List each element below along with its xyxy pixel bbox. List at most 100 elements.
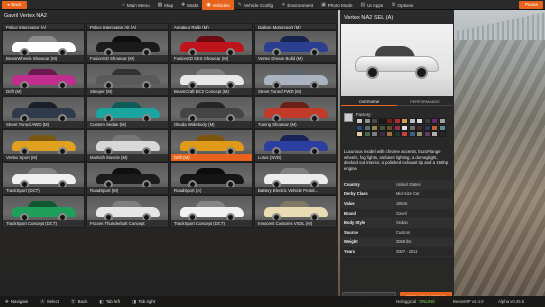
paint-swatch[interactable] [431,124,438,131]
car-thumbnail [180,135,244,156]
paint-swatch[interactable] [378,124,386,131]
paint-swatch[interactable] [363,118,371,124]
paint-swatch[interactable] [438,131,446,137]
car-thumbnail [12,36,76,57]
config-card-label: BeamCraft BC2 Concept (M) [171,88,252,95]
arrow-left-icon: ◂ [7,2,10,7]
paint-swatch[interactable] [416,118,423,124]
control-hint: Ⓑ Back [71,299,87,305]
config-card[interactable]: Lotus (SVD) [254,129,337,162]
paint-swatch[interactable] [408,131,416,137]
config-card[interactable]: Daikon Motorsport (M) [254,23,337,30]
paint-swatch[interactable] [423,131,431,137]
paint-swatch[interactable] [401,124,408,131]
tab-overview[interactable]: OVERVIEW [341,98,397,106]
config-card[interactable]: BeamCraft BC2 Concept (M) [170,63,253,96]
config-card[interactable]: Amateur Rally (M) [170,23,253,30]
config-card[interactable]: Innocent Customs VIGIL (M) [254,195,337,228]
config-card[interactable]: TrackSport Concept (DCT) [2,195,85,228]
paint-swatch[interactable] [401,118,408,124]
config-card[interactable]: Okuda Widebody (M) [170,96,253,129]
tab-main-menu[interactable]: ⌂ Main Menu [118,0,154,10]
tab-mods[interactable]: ✚ Mods [177,0,202,10]
paint-swatch[interactable] [423,118,431,124]
paint-swatch[interactable] [408,124,416,131]
tab-environment[interactable]: ☀ Environment [277,0,317,10]
tab-performance[interactable]: PERFORMANCE [397,98,453,106]
tab-label: Map [164,2,174,8]
config-card[interactable]: FusionSD SES Showcar (M) [170,30,253,63]
paint-swatch[interactable] [401,131,408,137]
paint-swatch[interactable] [438,124,446,131]
config-card[interactable]: FusionSD Showcar (M) [86,30,169,63]
back-button[interactable]: ◂ Back [2,1,27,9]
car-thumbnail [12,102,76,123]
config-card[interactable]: Street Tuned AWD (M) [2,96,85,129]
paint-swatch[interactable] [393,124,401,131]
home-icon: ⌂ [122,2,125,8]
paint-swatch[interactable] [386,131,393,137]
config-card-label: Street Tuned AWD (M) [3,121,84,128]
paint-swatch[interactable] [393,131,401,137]
pause-button[interactable]: Pause [519,1,543,9]
paint-swatch[interactable] [371,131,378,137]
paint-swatch[interactable] [423,124,431,131]
paint-swatch[interactable] [378,118,386,124]
config-card[interactable]: Sleeper (M) [86,63,169,96]
paint-swatch[interactable] [378,131,386,137]
config-card[interactable]: TrackSport (DCT) [2,162,85,195]
config-card[interactable]: Murkish Muscle (M) [86,129,169,162]
control-hint-label: Tab right [138,299,156,304]
paint-swatch[interactable] [431,118,438,124]
config-description: Luxurious model with chrome accents, Eur… [344,149,449,171]
config-card[interactable]: Vertex Dream Build (M) [254,30,337,63]
control-hint-label: Select [46,299,60,304]
paint-swatch[interactable] [416,131,423,137]
config-card-label: Vertex Sport (M) [3,154,84,161]
current-paint-swatch[interactable] [344,113,353,122]
paint-swatch[interactable] [371,124,378,131]
tab-photo-mode[interactable]: ▣ Photo Mode [317,0,356,10]
config-card[interactable]: Street Tuned FWD (M) [254,63,337,96]
config-card[interactable]: Tuning Showcar (M) [254,96,337,129]
config-card[interactable]: Drift (M) [2,63,85,96]
paint-swatch[interactable] [431,131,438,137]
paint-swatch[interactable] [393,118,401,124]
spec-row: Brand Gavril [341,209,453,219]
paint-swatch[interactable] [356,131,363,137]
spec-row: Body Style Sedan [341,218,453,228]
paint-swatch[interactable] [356,124,363,131]
config-card[interactable]: Vertex Sport (M) [2,129,85,162]
paint-swatch[interactable] [356,118,363,124]
config-card[interactable]: Police Interceptor Alt (A) [86,23,169,30]
config-card-label: BeamWheels Showcar (M) [3,55,84,62]
paint-swatch[interactable] [363,131,371,137]
paint-palette [356,118,448,137]
tab-options[interactable]: ⚙ Options [387,0,417,10]
paint-swatch[interactable] [371,118,378,124]
paint-swatch[interactable] [386,124,393,131]
config-card-label: TrackSport Concept (DCT) [171,220,252,227]
config-card[interactable]: BeamWheels Showcar (M) [2,30,85,63]
tab-vehicles[interactable]: ◉ Vehicles [202,0,234,10]
tab-vehicle-config[interactable]: ✎ Vehicle Config [234,0,277,10]
config-card-selected[interactable]: Drift (M) [170,129,253,162]
config-card[interactable]: RoadSport (A) [170,162,253,195]
paint-swatch[interactable] [386,118,393,124]
config-card[interactable]: TrackSport Concept (DCT) [170,195,253,228]
tab-ui-apps[interactable]: ▤ UI Apps [357,0,388,10]
tab-map[interactable]: ▦ Map [154,0,177,10]
config-card[interactable]: Battery Electric Vehicle Protot... [254,162,337,195]
paint-swatch[interactable] [363,124,371,131]
config-card[interactable]: RoadSport (M) [86,162,169,195]
config-card[interactable]: Custom Sedan (M) [86,96,169,129]
spec-row: Derby Class Mid-Size Car [341,190,453,200]
paint-swatch[interactable] [408,118,416,124]
paint-swatch[interactable] [416,124,423,131]
car-thumbnail [96,201,160,222]
config-card[interactable]: Frozen Thunderbolt Concept [86,195,169,228]
paint-swatch[interactable] [438,118,446,124]
config-title: Vertex NA2 SEL (A) [344,15,394,21]
config-card-label: RoadSport (M) [87,187,168,194]
config-card[interactable]: Police Interceptor (A) [2,23,85,30]
